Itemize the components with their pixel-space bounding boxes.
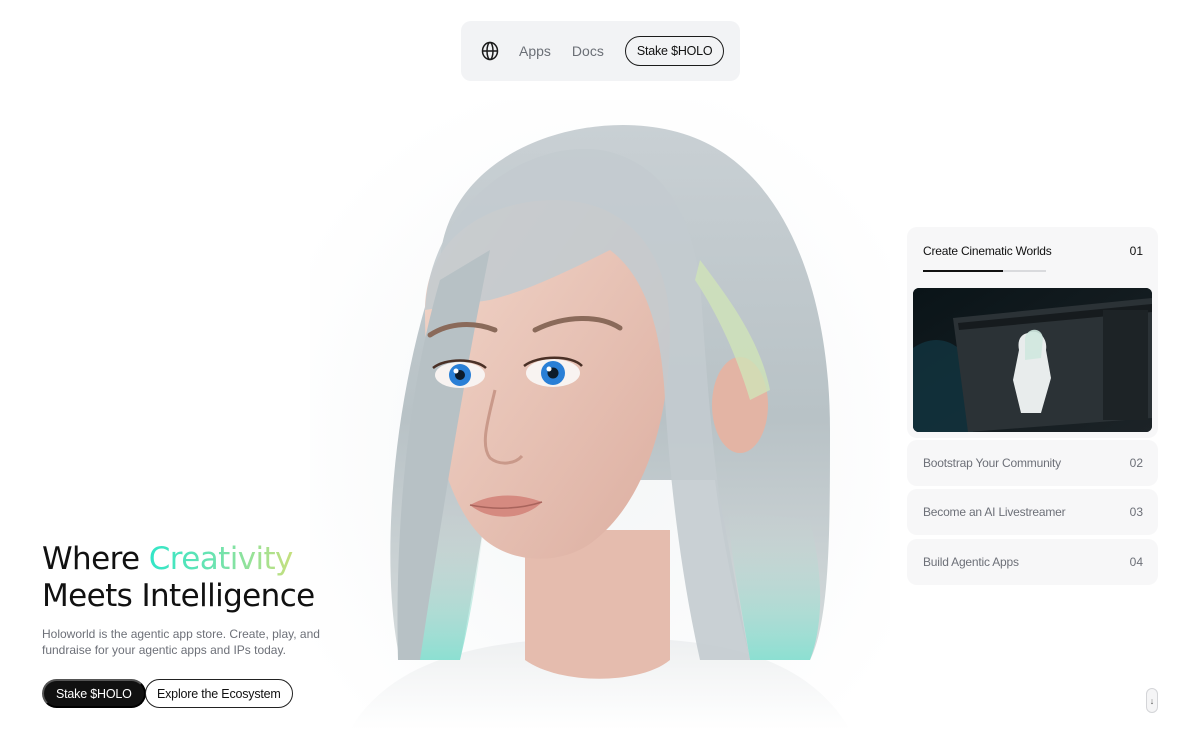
- feature-number: 03: [1129, 505, 1143, 519]
- feature-number: 04: [1129, 555, 1143, 569]
- feature-title: Build Agentic Apps: [923, 555, 1019, 569]
- hero-portrait-image: [310, 100, 890, 730]
- scroll-down-icon[interactable]: ↓: [1146, 688, 1158, 713]
- feature-title: Create Cinematic Worlds: [923, 244, 1052, 258]
- headline-accent-creativity: Creativity: [148, 541, 294, 577]
- holoworld-logo-icon[interactable]: [480, 41, 500, 61]
- feature-progress-fill: [923, 270, 1003, 272]
- feature-number: 02: [1129, 456, 1143, 470]
- feature-item-bootstrap-community[interactable]: Bootstrap Your Community 02: [907, 440, 1158, 486]
- feature-progress-bar: [923, 270, 1046, 272]
- feature-item-build-agentic-apps[interactable]: Build Agentic Apps 04: [907, 539, 1158, 585]
- feature-item-ai-livestreamer[interactable]: Become an AI Livestreamer 03: [907, 489, 1158, 535]
- headline-text-line2: Meets Intelligence: [42, 578, 315, 614]
- nav-link-docs[interactable]: Docs: [572, 43, 604, 59]
- feature-number: 01: [1129, 244, 1143, 258]
- hero-headline: Where Creativity Meets Intelligence: [42, 541, 315, 615]
- nav-stake-button[interactable]: Stake $HOLO: [624, 36, 725, 66]
- feature-title: Become an AI Livestreamer: [923, 505, 1066, 519]
- feature-preview-image[interactable]: [913, 288, 1152, 432]
- explore-ecosystem-button[interactable]: Explore the Ecosystem: [145, 679, 293, 708]
- feature-title: Bootstrap Your Community: [923, 456, 1061, 470]
- hero-subtext: Holoworld is the agentic app store. Crea…: [42, 627, 320, 657]
- stake-holo-button[interactable]: Stake $HOLO: [42, 679, 146, 708]
- feature-item-cinematic-worlds[interactable]: Create Cinematic Worlds 01: [907, 227, 1158, 438]
- headline-text-where: Where: [42, 541, 149, 577]
- top-nav: Apps Docs Stake $HOLO: [461, 21, 740, 81]
- nav-link-apps[interactable]: Apps: [519, 43, 551, 59]
